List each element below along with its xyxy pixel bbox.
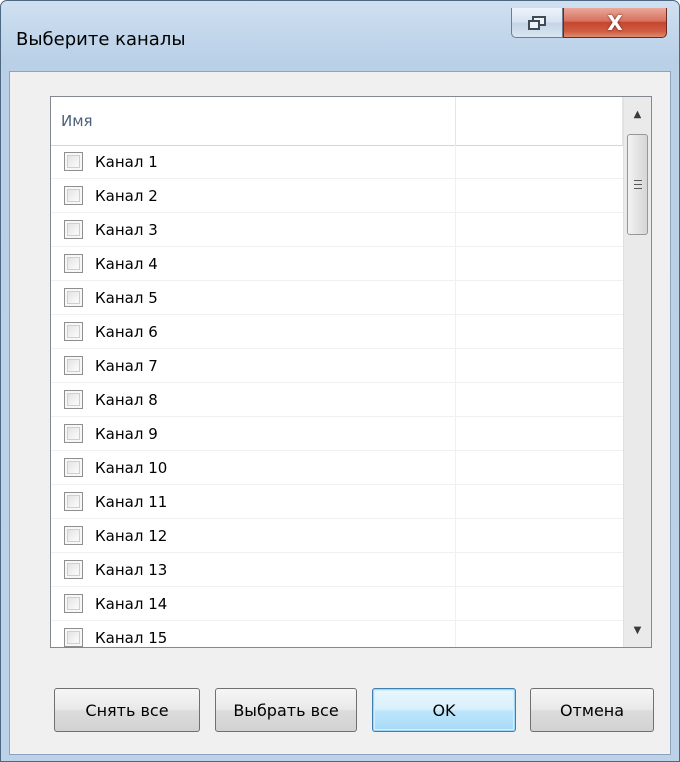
list-item[interactable]: Канал 8 xyxy=(51,383,623,417)
channel-checkbox[interactable] xyxy=(64,628,83,647)
list-item[interactable]: Канал 4 xyxy=(51,247,623,281)
channel-list[interactable]: Имя Канал 1 Канал 2 Канал 3 Канал 4 Кана… xyxy=(50,96,652,648)
list-item[interactable]: Канал 1 xyxy=(51,145,623,179)
title-bar[interactable]: Выберите каналы X xyxy=(1,1,679,81)
clear-all-button[interactable]: Снять все xyxy=(54,688,200,732)
channel-label: Канал 10 xyxy=(95,458,168,477)
channel-checkbox[interactable] xyxy=(64,288,83,307)
list-item[interactable]: Канал 3 xyxy=(51,213,623,247)
restore-window-icon xyxy=(528,15,546,30)
channel-checkbox[interactable] xyxy=(64,492,83,511)
list-header: Имя xyxy=(51,97,623,146)
list-item[interactable]: Канал 15 xyxy=(51,621,623,647)
channel-checkbox[interactable] xyxy=(64,152,83,171)
list-item[interactable]: Канал 13 xyxy=(51,553,623,587)
channel-checkbox[interactable] xyxy=(64,424,83,443)
channel-checkbox[interactable] xyxy=(64,254,83,273)
ok-button[interactable]: OK xyxy=(372,688,516,732)
list-item[interactable]: Канал 7 xyxy=(51,349,623,383)
list-item[interactable]: Канал 12 xyxy=(51,519,623,553)
grip-icon xyxy=(633,180,642,189)
channel-checkbox[interactable] xyxy=(64,458,83,477)
cancel-button[interactable]: Отмена xyxy=(530,688,654,732)
list-item[interactable]: Канал 5 xyxy=(51,281,623,315)
channel-checkbox[interactable] xyxy=(64,356,83,375)
channel-label: Канал 14 xyxy=(95,594,168,613)
list-item[interactable]: Канал 14 xyxy=(51,587,623,621)
close-icon: X xyxy=(607,10,623,35)
dialog-client-area: Имя Канал 1 Канал 2 Канал 3 Канал 4 Кана… xyxy=(9,71,671,755)
channel-checkbox[interactable] xyxy=(64,560,83,579)
channel-label: Канал 5 xyxy=(95,288,158,307)
channel-label: Канал 13 xyxy=(95,560,168,579)
list-item[interactable]: Канал 11 xyxy=(51,485,623,519)
channel-label: Канал 8 xyxy=(95,390,158,409)
channel-label: Канал 9 xyxy=(95,424,158,443)
arrow-down-icon: ▼ xyxy=(633,624,642,636)
channel-label: Канал 1 xyxy=(95,152,158,171)
restore-button[interactable] xyxy=(511,8,563,38)
channel-checkbox[interactable] xyxy=(64,322,83,341)
list-item[interactable]: Канал 10 xyxy=(51,451,623,485)
dialog-window: Выберите каналы X Имя Канал 1 Канал 2 Ка… xyxy=(0,0,680,762)
close-button[interactable]: X xyxy=(563,8,667,38)
vertical-scrollbar[interactable]: ▲ ▼ xyxy=(623,97,651,647)
arrow-up-icon: ▲ xyxy=(633,108,642,120)
select-all-button[interactable]: Выбрать все xyxy=(215,688,357,732)
channel-label: Канал 4 xyxy=(95,254,158,273)
scroll-down-button[interactable]: ▼ xyxy=(624,613,651,647)
list-item[interactable]: Канал 6 xyxy=(51,315,623,349)
channel-label: Канал 15 xyxy=(95,628,168,647)
channel-checkbox[interactable] xyxy=(64,220,83,239)
channel-label: Канал 11 xyxy=(95,492,168,511)
channel-label: Канал 3 xyxy=(95,220,158,239)
list-item[interactable]: Канал 2 xyxy=(51,179,623,213)
channel-label: Канал 6 xyxy=(95,322,158,341)
list-item[interactable]: Канал 9 xyxy=(51,417,623,451)
channel-label: Канал 2 xyxy=(95,186,158,205)
scroll-up-button[interactable]: ▲ xyxy=(624,97,651,131)
channel-label: Канал 7 xyxy=(95,356,158,375)
channel-checkbox[interactable] xyxy=(64,390,83,409)
scroll-thumb[interactable] xyxy=(627,134,648,235)
channel-checkbox[interactable] xyxy=(64,526,83,545)
column-header-name-label: Имя xyxy=(61,112,93,130)
channel-checkbox[interactable] xyxy=(64,186,83,205)
channel-checkbox[interactable] xyxy=(64,594,83,613)
window-title: Выберите каналы xyxy=(16,29,186,50)
column-header-empty[interactable] xyxy=(456,97,623,145)
column-header-name[interactable]: Имя xyxy=(51,97,456,145)
list-rows: Канал 1 Канал 2 Канал 3 Канал 4 Канал 5 … xyxy=(51,145,623,647)
channel-label: Канал 12 xyxy=(95,526,168,545)
